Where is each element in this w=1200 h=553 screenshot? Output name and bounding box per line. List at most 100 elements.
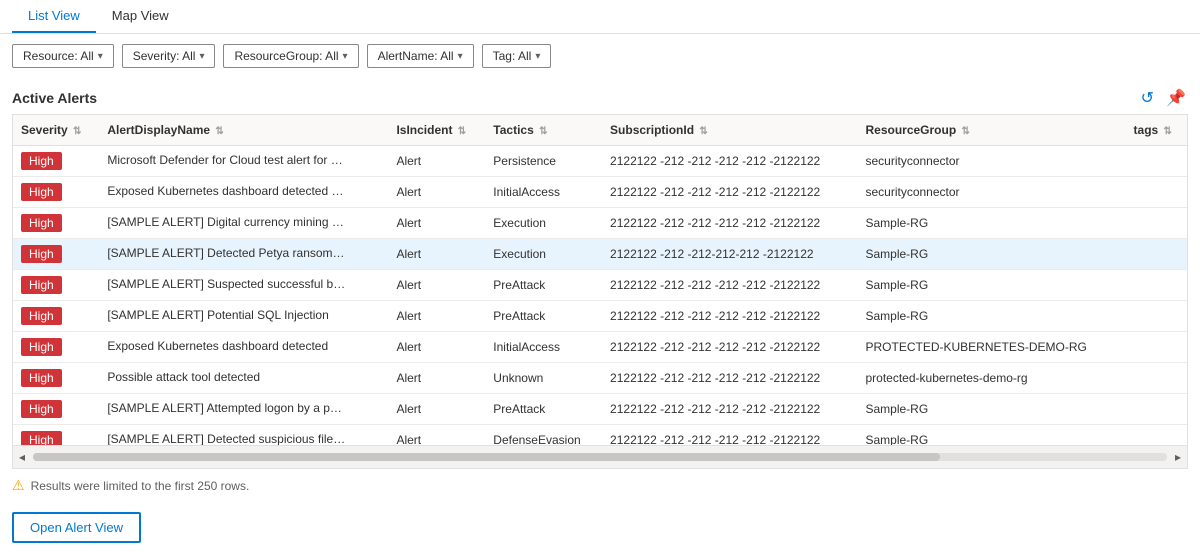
refresh-icon[interactable]: ↺ [1139,86,1156,110]
filter-alertname[interactable]: AlertName: All ▾ [367,44,474,68]
cell-isincident: Alert [388,301,485,332]
chevron-down-icon: ▾ [458,51,463,62]
table-row[interactable]: High [SAMPLE ALERT] Suspected successful… [13,270,1187,301]
severity-badge: High [21,369,62,387]
table-header-row: Severity ⇅ AlertDisplayName ⇅ IsIncident… [13,115,1187,146]
table-row[interactable]: High [SAMPLE ALERT] Digital currency min… [13,208,1187,239]
section-title: Active Alerts [12,90,97,106]
col-tags: tags ⇅ [1126,115,1187,146]
severity-badge: High [21,245,62,263]
cell-tags [1126,394,1187,425]
sort-icon[interactable]: ⇅ [1164,126,1172,137]
cell-severity: High [13,239,99,270]
pin-icon[interactable]: 📌 [1164,86,1188,110]
cell-tags [1126,239,1187,270]
filter-resource[interactable]: Resource: All ▾ [12,44,114,68]
cell-tags [1126,270,1187,301]
h-scrollbar-thumb [33,453,940,461]
cell-tags [1126,208,1187,239]
cell-tags [1126,177,1187,208]
cell-alertname: Microsoft Defender for Cloud test alert … [99,146,388,177]
section-actions: ↺ 📌 [1139,86,1188,110]
cell-tags [1126,363,1187,394]
cell-severity: High [13,301,99,332]
cell-severity: High [13,208,99,239]
cell-severity: High [13,394,99,425]
horizontal-scrollbar[interactable]: ◂ ▸ [13,445,1187,468]
cell-isincident: Alert [388,332,485,363]
cell-subscriptionid: 2122122 -212 -212 -212 -212 -2122122 [602,425,857,446]
table-row[interactable]: High Exposed Kubernetes dashboard detect… [13,332,1187,363]
filter-tag-label: Tag: All [493,49,532,63]
scroll-left-icon[interactable]: ◂ [13,448,31,466]
alert-display-name: Microsoft Defender for Cloud test alert … [107,153,347,167]
footer-warning: ⚠ Results were limited to the first 250 … [0,469,1200,502]
cell-tactics: InitialAccess [485,177,602,208]
cell-resourcegroup: Sample-RG [857,208,1125,239]
table-row[interactable]: High Microsoft Defender for Cloud test a… [13,146,1187,177]
table-scroll[interactable]: Severity ⇅ AlertDisplayName ⇅ IsIncident… [13,115,1187,445]
h-scrollbar-track[interactable] [33,453,1167,461]
scroll-right-icon[interactable]: ▸ [1169,448,1187,466]
cell-resourcegroup: Sample-RG [857,239,1125,270]
filter-tag[interactable]: Tag: All ▾ [482,44,552,68]
cell-tactics: Unknown [485,363,602,394]
cell-resourcegroup: Sample-RG [857,270,1125,301]
sort-icon[interactable]: ⇅ [458,126,466,137]
sort-icon[interactable]: ⇅ [539,126,547,137]
table-row[interactable]: High [SAMPLE ALERT] Attempted logon by a… [13,394,1187,425]
severity-badge: High [21,400,62,418]
table-row[interactable]: High Exposed Kubernetes dashboard detect… [13,177,1187,208]
table-row[interactable]: High [SAMPLE ALERT] Detected Petya ranso… [13,239,1187,270]
cell-isincident: Alert [388,208,485,239]
cell-subscriptionid: 2122122 -212 -212-212-212 -2122122 [602,239,857,270]
chevron-down-icon: ▾ [98,51,103,62]
filter-resourcegroup[interactable]: ResourceGroup: All ▾ [223,44,358,68]
col-alertname: AlertDisplayName ⇅ [99,115,388,146]
alerts-table-container: Severity ⇅ AlertDisplayName ⇅ IsIncident… [0,114,1200,469]
cell-severity: High [13,146,99,177]
cell-tactics: PreAttack [485,394,602,425]
cell-subscriptionid: 2122122 -212 -212 -212 -212 -2122122 [602,177,857,208]
table-row[interactable]: High [SAMPLE ALERT] Potential SQL Inject… [13,301,1187,332]
filter-bar: Resource: All ▾ Severity: All ▾ Resource… [0,34,1200,78]
cell-tags [1126,146,1187,177]
chevron-down-icon: ▾ [535,51,540,62]
filter-resource-label: Resource: All [23,49,94,63]
table-row[interactable]: High Possible attack tool detected Alert… [13,363,1187,394]
sort-icon[interactable]: ⇅ [215,126,223,137]
tab-map-view[interactable]: Map View [96,0,185,33]
cell-tactics: PreAttack [485,301,602,332]
tab-bar: List View Map View [0,0,1200,34]
warning-text: Results were limited to the first 250 ro… [31,479,250,493]
footer-button-area: Open Alert View [0,502,1200,553]
filter-severity[interactable]: Severity: All ▾ [122,44,216,68]
cell-alertname: [SAMPLE ALERT] Detected suspicious file … [99,425,388,446]
cell-tags [1126,301,1187,332]
cell-tags [1126,425,1187,446]
sort-icon[interactable]: ⇅ [962,126,970,137]
col-subscriptionid: SubscriptionId ⇅ [602,115,857,146]
alert-display-name: Exposed Kubernetes dashboard detected (P… [107,184,347,198]
chevron-down-icon: ▾ [343,51,348,62]
cell-tactics: Execution [485,208,602,239]
cell-severity: High [13,363,99,394]
severity-badge: High [21,431,62,445]
cell-subscriptionid: 2122122 -212 -212 -212 -212 -2122122 [602,146,857,177]
cell-resourcegroup: Sample-RG [857,425,1125,446]
alert-display-name: Exposed Kubernetes dashboard detected [107,339,328,353]
cell-severity: High [13,177,99,208]
table-row[interactable]: High [SAMPLE ALERT] Detected suspicious … [13,425,1187,446]
cell-severity: High [13,425,99,446]
cell-subscriptionid: 2122122 -212 -212 -212 -212 -2122122 [602,270,857,301]
sort-icon[interactable]: ⇅ [73,126,81,137]
filter-alertname-label: AlertName: All [378,49,454,63]
cell-subscriptionid: 2122122 -212 -212 -212 -212 -2122122 [602,394,857,425]
cell-subscriptionid: 2122122 -212 -212 -212 -212 -2122122 [602,301,857,332]
open-alert-view-button[interactable]: Open Alert View [12,512,141,543]
sort-icon[interactable]: ⇅ [699,126,707,137]
cell-alertname: Exposed Kubernetes dashboard detected [99,332,388,363]
alert-display-name: [SAMPLE ALERT] Potential SQL Injection [107,308,328,322]
tab-list-view[interactable]: List View [12,0,96,33]
cell-isincident: Alert [388,270,485,301]
